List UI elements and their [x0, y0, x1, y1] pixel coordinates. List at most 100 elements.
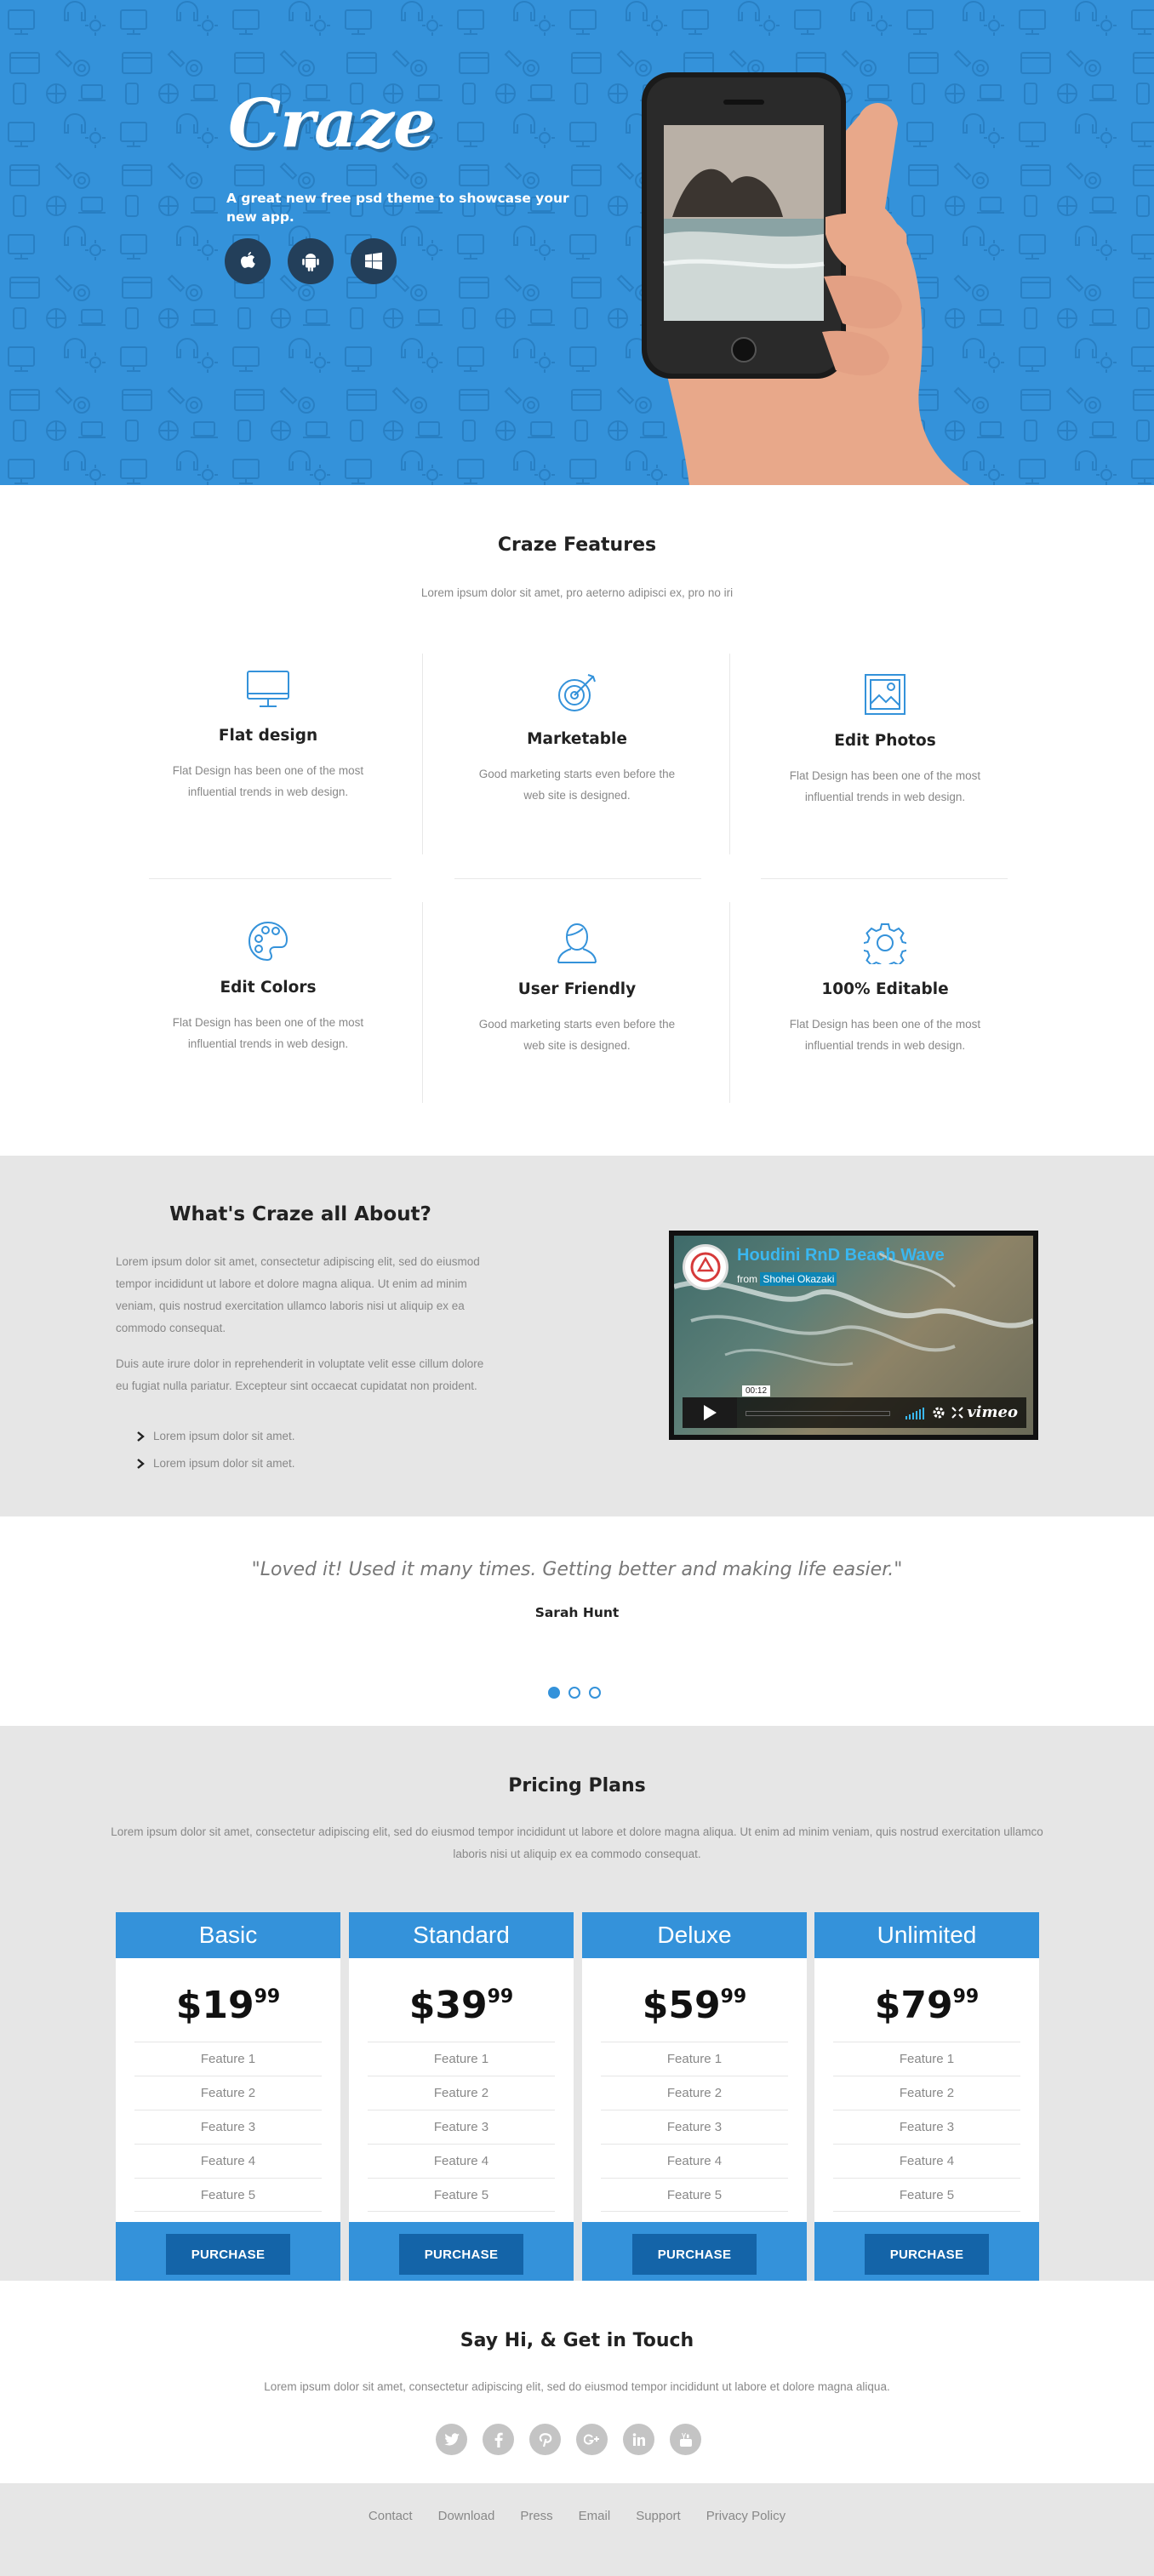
youtube-icon [679, 2432, 692, 2447]
twitter-link[interactable] [436, 2424, 467, 2455]
carousel-dot[interactable] [548, 1687, 560, 1699]
monitor-icon [247, 671, 289, 707]
apple-store-button[interactable] [225, 238, 271, 284]
plan-features: Feature 1 Feature 2 Feature 3 Feature 4 … [134, 2042, 322, 2212]
features-subtitle: Lorem ipsum dolor sit amet, pro aeterno … [420, 586, 734, 599]
feature-card: Flat design Flat Design has been one of … [123, 664, 413, 803]
carousel-dot[interactable] [568, 1687, 580, 1699]
feature-text: Good marketing starts even before the we… [478, 768, 676, 802]
footer-link-press[interactable]: Press [520, 2509, 552, 2523]
plan-feature: Feature 4 [833, 2144, 1020, 2178]
plan-feature: Feature 2 [601, 2076, 788, 2110]
plan-feature: Feature 4 [134, 2144, 322, 2178]
list-item: Lorem ipsum dolor sit amet. [136, 1450, 295, 1477]
bullet-text: Lorem ipsum dolor sit amet. [153, 1457, 295, 1470]
feature-text: Flat Design has been one of the most inf… [789, 1018, 981, 1052]
feature-text: Good marketing starts even before the we… [478, 1018, 676, 1052]
pricing-subtitle: Lorem ipsum dolor sit amet, consectetur … [111, 1825, 1043, 1860]
palette-icon [248, 921, 288, 962]
video-author-link[interactable]: Shohei Okazaki [760, 1272, 837, 1286]
contact-subtitle: Lorem ipsum dolor sit amet, consectetur … [264, 2380, 890, 2393]
video-byline: from Shohei Okazaki [737, 1272, 837, 1286]
about-section: What's Craze all About? Lorem ipsum dolo… [0, 1156, 1154, 1516]
plan-feature: Feature 2 [833, 2076, 1020, 2110]
hero-section: Craze A great new free psd theme to show… [0, 0, 1154, 485]
windows-store-button[interactable] [351, 238, 397, 284]
carousel-dot[interactable] [589, 1687, 601, 1699]
settings-icon[interactable] [933, 1407, 945, 1419]
plan-feature: Feature 3 [134, 2110, 322, 2144]
pinterest-link[interactable] [529, 2424, 561, 2455]
video-player[interactable]: Houdini RnD Beach Wave from Shohei Okaza… [669, 1231, 1038, 1440]
play-button[interactable] [683, 1397, 737, 1428]
features-title: Craze Features [497, 534, 657, 556]
purchase-button[interactable]: PURCHASE [166, 2234, 290, 2275]
divider [761, 878, 1008, 879]
footer-link-privacy-policy[interactable]: Privacy Policy [706, 2509, 786, 2523]
purchase-button[interactable]: PURCHASE [865, 2234, 989, 2275]
vimeo-logo[interactable]: vimeo [967, 1403, 1018, 1421]
phone-in-hand-illustration [642, 72, 970, 485]
android-store-button[interactable] [288, 238, 334, 284]
list-item: Lorem ipsum dolor sit amet. [136, 1423, 295, 1450]
chevron-right-icon [137, 1431, 145, 1442]
apple-icon [241, 252, 255, 268]
linkedin-link[interactable] [623, 2424, 654, 2455]
feature-title: Flat design [218, 727, 318, 745]
channel-avatar[interactable] [683, 1244, 728, 1290]
footer-nav: Contact Download Press Email Support Pri… [0, 2509, 1154, 2523]
plan-feature: Feature 4 [368, 2144, 555, 2178]
feature-card: Marketable Good marketing starts even be… [432, 667, 722, 806]
contact-title: Say Hi, & Get in Touch [460, 2330, 694, 2351]
plan-feature: Feature 5 [601, 2178, 788, 2212]
feature-text: Flat Design has been one of the most inf… [172, 764, 364, 798]
plan-feature: Feature 4 [601, 2144, 788, 2178]
plan-features: Feature 1 Feature 2 Feature 3 Feature 4 … [368, 2042, 555, 2212]
plan-feature: Feature 5 [368, 2178, 555, 2212]
play-icon [704, 1405, 717, 1420]
carousel-dots [548, 1687, 601, 1699]
hero-tagline: A great new free psd theme to showcase y… [226, 191, 569, 225]
plan-feature: Feature 1 [601, 2042, 788, 2076]
plan-feature: Feature 3 [368, 2110, 555, 2144]
feature-title: Edit Colors [220, 979, 317, 997]
plan-feature: Feature 3 [601, 2110, 788, 2144]
plan-feature: Feature 2 [368, 2076, 555, 2110]
plan-name: Unlimited [814, 1912, 1039, 1958]
footer-link-support[interactable]: Support [636, 2509, 681, 2523]
video-title[interactable]: Houdini RnD Beach Wave [737, 1246, 945, 1265]
video-frame[interactable]: Houdini RnD Beach Wave from Shohei Okaza… [674, 1236, 1033, 1435]
contact-section: Say Hi, & Get in Touch Lorem ipsum dolor… [0, 2281, 1154, 2483]
purchase-button[interactable]: PURCHASE [632, 2234, 757, 2275]
facebook-icon [494, 2432, 503, 2447]
feature-title: Marketable [527, 730, 627, 748]
pricing-plan-standard: Standard $3999 Feature 1 Feature 2 Featu… [349, 1912, 574, 2287]
about-paragraph: Duis aute irure dolor in reprehenderit i… [116, 1357, 484, 1392]
plan-features: Feature 1 Feature 2 Feature 3 Feature 4 … [601, 2042, 788, 2212]
divider [422, 654, 423, 854]
pricing-plan-basic: Basic $1999 Feature 1 Feature 2 Feature … [116, 1912, 340, 2287]
testimonial-quote: "Loved it! Used it many times. Getting b… [251, 1559, 903, 1580]
fullscreen-icon[interactable] [951, 1407, 963, 1419]
google-plus-link[interactable] [576, 2424, 608, 2455]
youtube-link[interactable] [670, 2424, 701, 2455]
plan-feature: Feature 5 [833, 2178, 1020, 2212]
testimonial-section: "Loved it! Used it many times. Getting b… [0, 1516, 1154, 1726]
feature-title: User Friendly [517, 980, 637, 998]
chevron-right-icon [137, 1459, 145, 1469]
image-icon [865, 674, 905, 715]
divider [729, 902, 730, 1103]
plan-feature: Feature 3 [833, 2110, 1020, 2144]
video-progress[interactable] [746, 1411, 890, 1416]
footer-link-email[interactable]: Email [579, 2509, 611, 2523]
volume-icon[interactable] [905, 1406, 926, 1419]
footer-link-download[interactable]: Download [438, 2509, 495, 2523]
feature-text: Flat Design has been one of the most inf… [789, 769, 981, 803]
footer-link-contact[interactable]: Contact [368, 2509, 413, 2523]
facebook-link[interactable] [483, 2424, 514, 2455]
about-paragraph: Lorem ipsum dolor sit amet, consectetur … [116, 1255, 480, 1334]
purchase-button[interactable]: PURCHASE [399, 2234, 523, 2275]
brand-logo[interactable]: Craze [228, 85, 436, 163]
video-controls: 00:12 vimeo [683, 1385, 1026, 1428]
pinterest-icon [539, 2432, 551, 2447]
